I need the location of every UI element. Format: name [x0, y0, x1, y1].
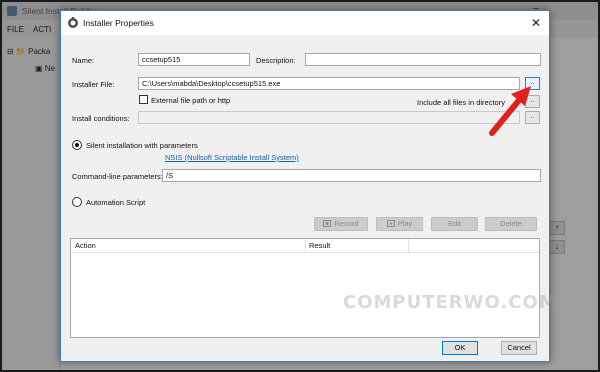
red-arrow-annotation	[489, 86, 531, 136]
screenshot-frame: Silent Install Builder – FILE ACTI ⊟ 📁 P…	[0, 0, 600, 372]
